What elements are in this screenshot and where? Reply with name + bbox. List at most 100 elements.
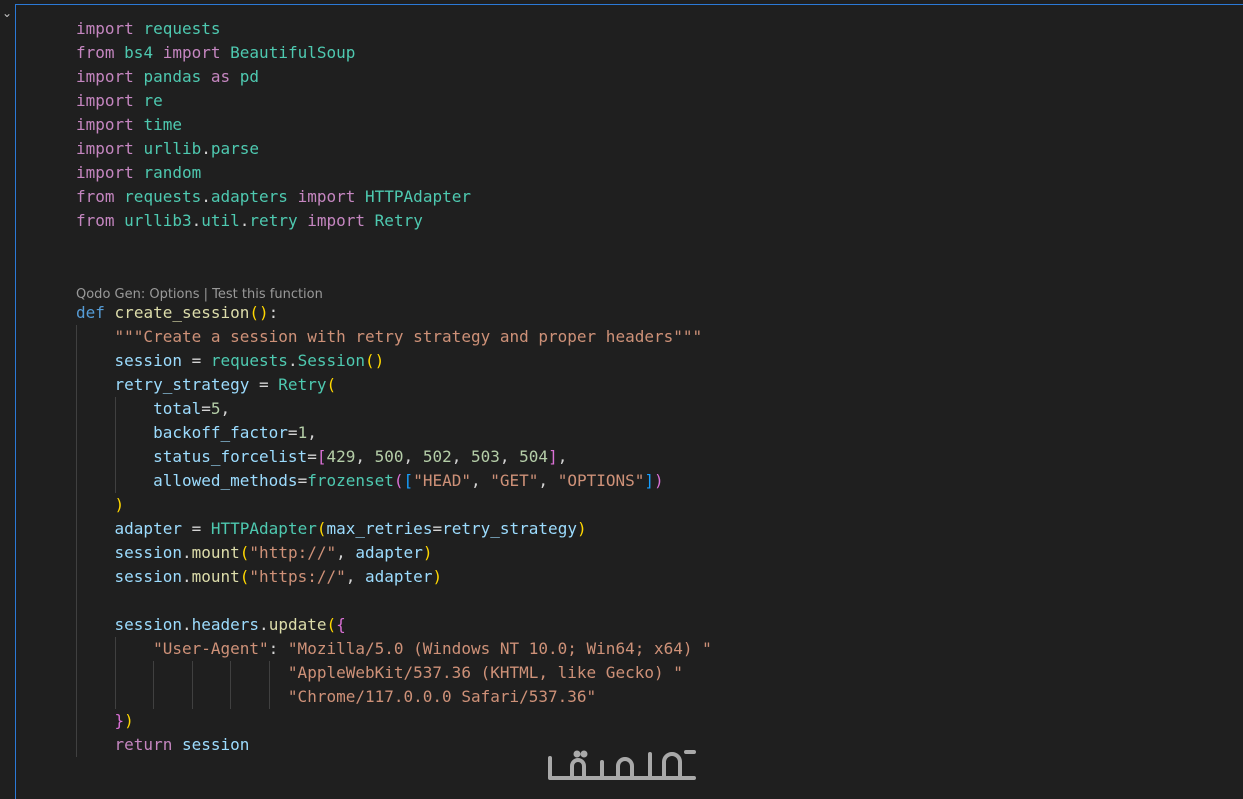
indent-guide <box>114 637 116 709</box>
code-token: headers <box>191 615 260 634</box>
code-line[interactable]: adapter = HTTPAdapter(max_retries=retry_… <box>76 517 587 541</box>
code-token: Session <box>297 351 366 370</box>
code-token: . <box>201 187 211 206</box>
code-line[interactable]: session.mount("http://", adapter) <box>76 541 433 565</box>
code-line[interactable]: import random <box>76 161 201 185</box>
indent-guide <box>191 661 193 709</box>
code-token: import <box>76 91 134 110</box>
code-token: adapter <box>365 567 433 586</box>
code-token: adapter <box>355 543 423 562</box>
code-token: requests <box>124 187 202 206</box>
code-token: () <box>365 351 385 370</box>
code-token: , <box>336 543 356 562</box>
code-line[interactable]: status_forcelist=[429, 500, 502, 503, 50… <box>76 445 567 469</box>
code-line[interactable]: import re <box>76 89 163 113</box>
code-token: 504 <box>519 447 549 466</box>
code-token: "Mozilla/5.0 (Windows NT 10.0; Win64; x6… <box>287 639 712 658</box>
codelens-test-link[interactable]: Test this function <box>212 287 323 302</box>
code-token: ) <box>576 519 587 538</box>
code-token: ( <box>326 615 337 634</box>
codelens-separator: | <box>199 287 213 302</box>
code-line[interactable]: }) <box>76 709 134 733</box>
code-token: session <box>114 567 182 586</box>
code-token: , <box>307 423 317 442</box>
code-token: parse <box>210 139 260 158</box>
code-token: HTTPAdapter <box>210 519 317 538</box>
indent-guide <box>268 661 270 709</box>
code-token: . <box>259 615 269 634</box>
code-token: from <box>76 187 115 206</box>
code-line[interactable]: import time <box>76 113 182 137</box>
code-token: ( <box>239 543 250 562</box>
code-token: ] <box>548 447 558 466</box>
code-token: , <box>451 447 471 466</box>
indent-guide <box>153 661 155 709</box>
chevron-down-icon[interactable]: ⌄ <box>0 6 14 20</box>
code-token: = <box>181 351 211 370</box>
code-token: ) <box>422 543 433 562</box>
code-line[interactable]: ) <box>76 493 125 517</box>
code-token: as <box>210 67 231 86</box>
indent-guide <box>230 661 232 709</box>
code-token: time <box>143 115 182 134</box>
code-line[interactable]: backoff_factor=1, <box>76 421 317 445</box>
code-token: 1 <box>297 423 308 442</box>
code-line[interactable]: allowed_methods=frozenset(["HEAD", "GET"… <box>76 469 664 493</box>
code-line[interactable]: total=5, <box>76 397 230 421</box>
code-line[interactable]: """Create a session with retry strategy … <box>76 325 703 349</box>
code-token: 429 <box>326 447 356 466</box>
code-token: . <box>181 615 192 634</box>
code-line[interactable]: "User-Agent": "Mozilla/5.0 (Windows NT 1… <box>76 637 712 661</box>
code-token: allowed_methods <box>153 471 298 490</box>
code-token: 503 <box>470 447 500 466</box>
code-token: , <box>220 399 231 418</box>
code-line[interactable]: from urllib3.util.retry import Retry <box>76 209 423 233</box>
code-token: . <box>239 211 250 230</box>
code-line[interactable]: "AppleWebKit/537.36 (KHTML, like Gecko) … <box>76 661 683 685</box>
notebook-cell[interactable]: import requests from bs4 import Beautiful… <box>15 4 1243 799</box>
code-token: 502 <box>422 447 452 466</box>
code-line[interactable]: import pandas as pd <box>76 65 259 89</box>
code-token: session <box>114 543 182 562</box>
code-token: : <box>268 303 279 322</box>
code-token: = <box>249 375 279 394</box>
code-token: import <box>76 139 134 158</box>
code-line[interactable]: from bs4 import BeautifulSoup <box>76 41 355 65</box>
code-token: import <box>162 43 221 62</box>
code-line[interactable]: session.headers.update({ <box>76 613 346 637</box>
code-token: from <box>76 43 115 62</box>
code-token: bs4 <box>124 43 154 62</box>
code-token: adapter <box>114 519 182 538</box>
code-token: { <box>336 615 346 634</box>
code-token: 500 <box>374 447 404 466</box>
code-token: "Chrome/117.0.0.0 Safari/537.36" <box>287 687 597 706</box>
code-token: def <box>76 303 105 322</box>
code-line[interactable]: import requests <box>76 17 221 41</box>
code-line[interactable]: session = requests.Session() <box>76 349 385 373</box>
code-line[interactable]: return session <box>76 733 250 757</box>
code-line[interactable]: session.mount("https://", adapter) <box>76 565 443 589</box>
code-token: import <box>297 187 356 206</box>
codelens-options-link[interactable]: Qodo Gen: Options <box>76 287 200 302</box>
code-token: "https://" <box>249 567 346 586</box>
code-token: random <box>143 163 202 182</box>
code-line[interactable]: retry_strategy = Retry( <box>76 373 337 397</box>
code-line[interactable]: from requests.adapters import HTTPAdapte… <box>76 185 471 209</box>
code-token: return <box>114 735 173 754</box>
code-line[interactable]: import urllib.parse <box>76 137 259 161</box>
